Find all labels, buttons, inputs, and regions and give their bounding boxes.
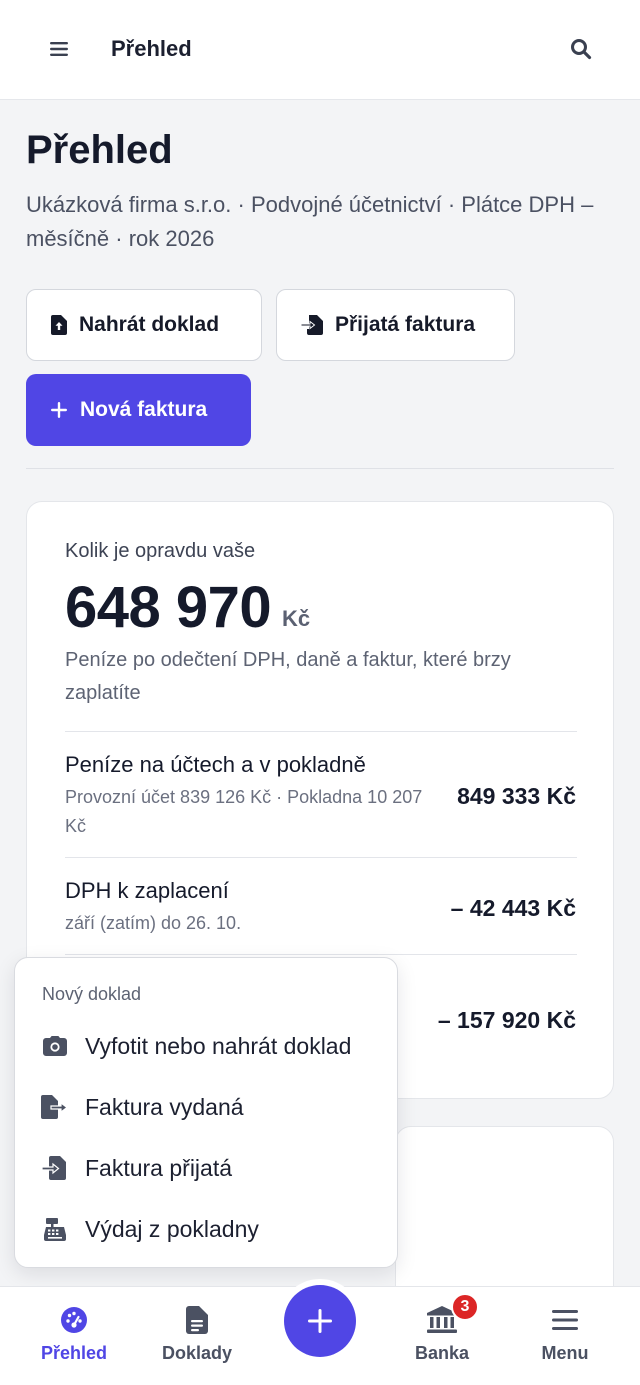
file-import-icon [41, 1154, 69, 1182]
new-document-menu: Nový doklad Vyfotit nebo nahrát doklad F… [14, 957, 398, 1268]
row-divider [65, 731, 577, 732]
row-divider [65, 857, 577, 858]
cash-row-value: 849 333 Kč [457, 783, 576, 809]
menu-item-received-invoice[interactable]: Faktura přijatá [15, 1140, 399, 1196]
section-divider [26, 468, 614, 469]
nav-item-doklady[interactable]: Doklady [142, 1287, 252, 1385]
file-import-icon [301, 315, 323, 335]
cash-row-title: Peníze na účtech a v pokladně [65, 752, 366, 777]
menu-item-cash-expense[interactable]: Výdaj z pokladny [15, 1201, 399, 1257]
menu-icon [550, 1305, 580, 1335]
net-amount-unit: Kč [282, 606, 311, 631]
card-kicker: Kolik je opravdu vaše [65, 540, 256, 562]
file-upload-icon [51, 315, 67, 335]
hamburger-icon [50, 42, 68, 56]
row-divider [65, 954, 577, 955]
topbar-title: Přehled [111, 36, 192, 61]
nav-item-prehled[interactable]: Přehled [19, 1287, 129, 1385]
page-subtitle: Ukázková firma s.r.o. · Podvojné účetnic… [26, 192, 594, 251]
vat-row-subtitle: září (zatím) do 26. 10. [65, 913, 242, 933]
plus-icon [308, 1309, 332, 1333]
nav-label: Banka [414, 1343, 470, 1363]
vat-row-value: – 42 443 Kč [450, 895, 576, 921]
page-title: Přehled [26, 128, 173, 172]
menu-item-issued-invoice[interactable]: Faktura vydaná [15, 1079, 399, 1135]
hamburger-menu-button[interactable] [44, 34, 74, 64]
add-new-fab-button[interactable] [284, 1285, 356, 1357]
nav-label: Doklady [161, 1343, 233, 1363]
cash-row-subtitle: Provozní účet 839 126 Kč · Pokladna 10 2… [65, 787, 423, 836]
search-icon [571, 39, 592, 60]
upload-document-button[interactable]: Nahrát doklad [26, 289, 262, 361]
net-amount-description: Peníze po odečtení DPH, daně a faktur, k… [65, 649, 511, 704]
nav-item-banka[interactable]: 3 Banka [387, 1287, 497, 1385]
new-invoice-label: Nová faktura [80, 398, 208, 421]
received-invoice-button[interactable]: Přijatá faktura [276, 289, 515, 361]
cash-register-icon [41, 1215, 69, 1243]
nav-label: Přehled [40, 1343, 108, 1363]
search-button[interactable] [566, 34, 596, 64]
menu-item-label: Výdaj z pokladny [85, 1215, 259, 1242]
notification-badge: 3 [451, 1293, 479, 1321]
plus-icon [51, 402, 67, 418]
gauge-icon [59, 1305, 89, 1335]
menu-item-label: Faktura přijatá [85, 1154, 233, 1181]
file-export-icon [41, 1093, 69, 1121]
menu-item-photo-upload[interactable]: Vyfotit nebo nahrát doklad [15, 1018, 399, 1074]
upload-document-label: Nahrát doklad [79, 313, 220, 336]
vat-row-title: DPH k zaplacení [65, 878, 229, 903]
third-row-value: – 157 920 Kč [437, 1007, 576, 1033]
camera-icon [41, 1032, 69, 1060]
new-invoice-button[interactable]: Nová faktura [26, 374, 251, 446]
menu-item-label: Vyfotit nebo nahrát doklad [85, 1032, 352, 1059]
nav-label: Menu [541, 1343, 589, 1363]
received-invoice-label: Přijatá faktura [335, 313, 476, 336]
document-icon [182, 1305, 212, 1335]
menu-title: Nový doklad [42, 984, 142, 1004]
net-amount: 648 970 [65, 575, 272, 640]
top-app-bar: Přehled [0, 0, 640, 100]
menu-item-label: Faktura vydaná [85, 1093, 244, 1120]
nav-item-menu[interactable]: Menu [510, 1287, 620, 1385]
